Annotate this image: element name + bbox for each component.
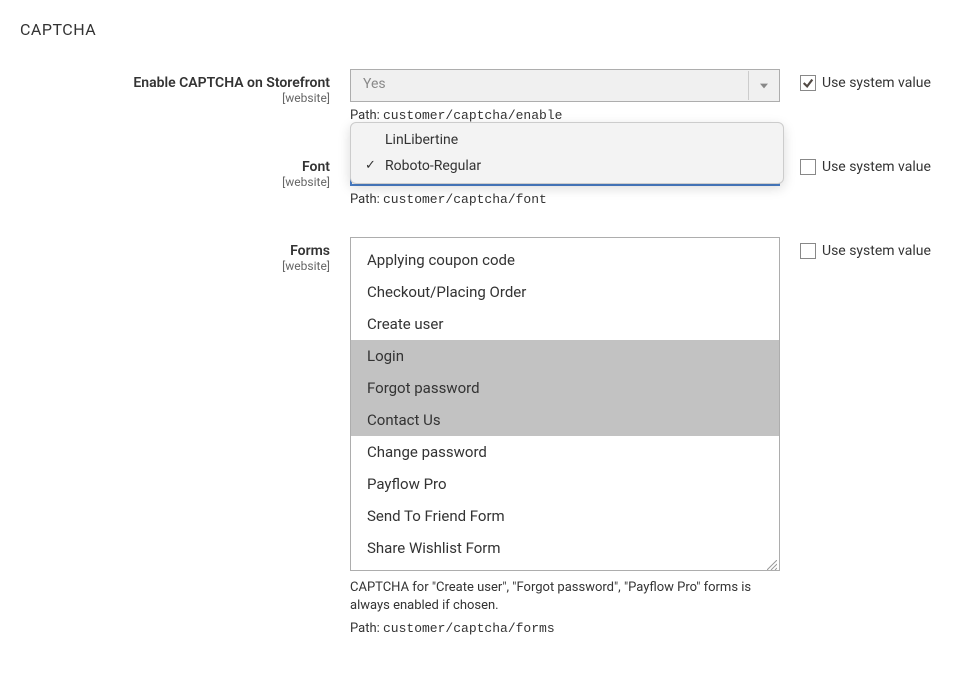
forms-option-contactus[interactable]: Contact Us (351, 404, 779, 436)
field-label-wrap-font: Font [website] (20, 153, 350, 189)
forms-option-login[interactable]: Login (351, 340, 779, 372)
font-option-linlibertine[interactable]: LinLibertine (351, 127, 783, 153)
section-title: CAPTCHA (20, 20, 937, 39)
forms-path: Path: customer/captcha/forms (350, 621, 780, 636)
forms-option-changepw[interactable]: Change password (351, 436, 779, 468)
field-row-font: Font [website] LinLibertine Roboto-Regul… (20, 153, 937, 207)
font-usesystem-label[interactable]: Use system value (822, 159, 931, 175)
forms-option-coupon[interactable]: Applying coupon code (351, 244, 779, 276)
field-label-enable: Enable CAPTCHA on Storefront (133, 75, 330, 91)
forms-path-value: customer/captcha/forms (383, 621, 555, 636)
field-scope-font: [website] (20, 175, 330, 189)
field-scope-enable: [website] (20, 91, 330, 105)
enable-path-label: Path: (350, 108, 383, 123)
resize-handle-icon[interactable] (767, 558, 777, 568)
font-dropdown-popup: LinLibertine Roboto-Regular (350, 122, 784, 184)
enable-select-value: Yes (363, 76, 386, 92)
forms-option-checkout[interactable]: Checkout/Placing Order (351, 276, 779, 308)
forms-option-payflow[interactable]: Payflow Pro (351, 468, 779, 500)
field-label-font: Font (302, 159, 330, 175)
forms-usesystem-wrap: Use system value (780, 237, 931, 259)
font-path-value: customer/captcha/font (383, 192, 547, 207)
font-usesystem-checkbox[interactable] (800, 159, 816, 175)
forms-path-label: Path: (350, 621, 383, 636)
field-control-forms: Applying coupon code Checkout/Placing Or… (350, 237, 780, 636)
field-control-font: LinLibertine Roboto-Regular Path: custom… (350, 153, 780, 207)
font-path-label: Path: (350, 192, 383, 207)
field-row-enable: Enable CAPTCHA on Storefront [website] Y… (20, 69, 937, 123)
forms-usesystem-label[interactable]: Use system value (822, 243, 931, 259)
enable-select[interactable]: Yes (350, 69, 780, 102)
forms-option-forgotpw[interactable]: Forgot password (351, 372, 779, 404)
enable-path: Path: customer/captcha/enable (350, 108, 780, 123)
font-usesystem-wrap: Use system value (780, 153, 931, 175)
enable-path-value: customer/captcha/enable (383, 108, 562, 123)
field-label-wrap-enable: Enable CAPTCHA on Storefront [website] (20, 69, 350, 105)
field-control-enable: Yes Path: customer/captcha/enable (350, 69, 780, 123)
enable-usesystem-checkbox[interactable] (800, 75, 816, 91)
field-scope-forms: [website] (20, 259, 330, 273)
forms-option-sharewishlist[interactable]: Share Wishlist Form (351, 532, 779, 564)
chevron-down-icon (748, 71, 778, 100)
field-row-forms: Forms [website] Applying coupon code Che… (20, 237, 937, 636)
font-option-roboto[interactable]: Roboto-Regular (351, 153, 783, 179)
field-label-forms: Forms (290, 243, 330, 259)
forms-multiselect[interactable]: Applying coupon code Checkout/Placing Or… (350, 237, 780, 571)
forms-option-sendtofriend[interactable]: Send To Friend Form (351, 500, 779, 532)
forms-usesystem-checkbox[interactable] (800, 243, 816, 259)
enable-usesystem-wrap: Use system value (780, 69, 931, 91)
enable-usesystem-label[interactable]: Use system value (822, 75, 931, 91)
field-label-wrap-forms: Forms [website] (20, 237, 350, 273)
font-path: Path: customer/captcha/font (350, 192, 780, 207)
forms-option-createuser[interactable]: Create user (351, 308, 779, 340)
